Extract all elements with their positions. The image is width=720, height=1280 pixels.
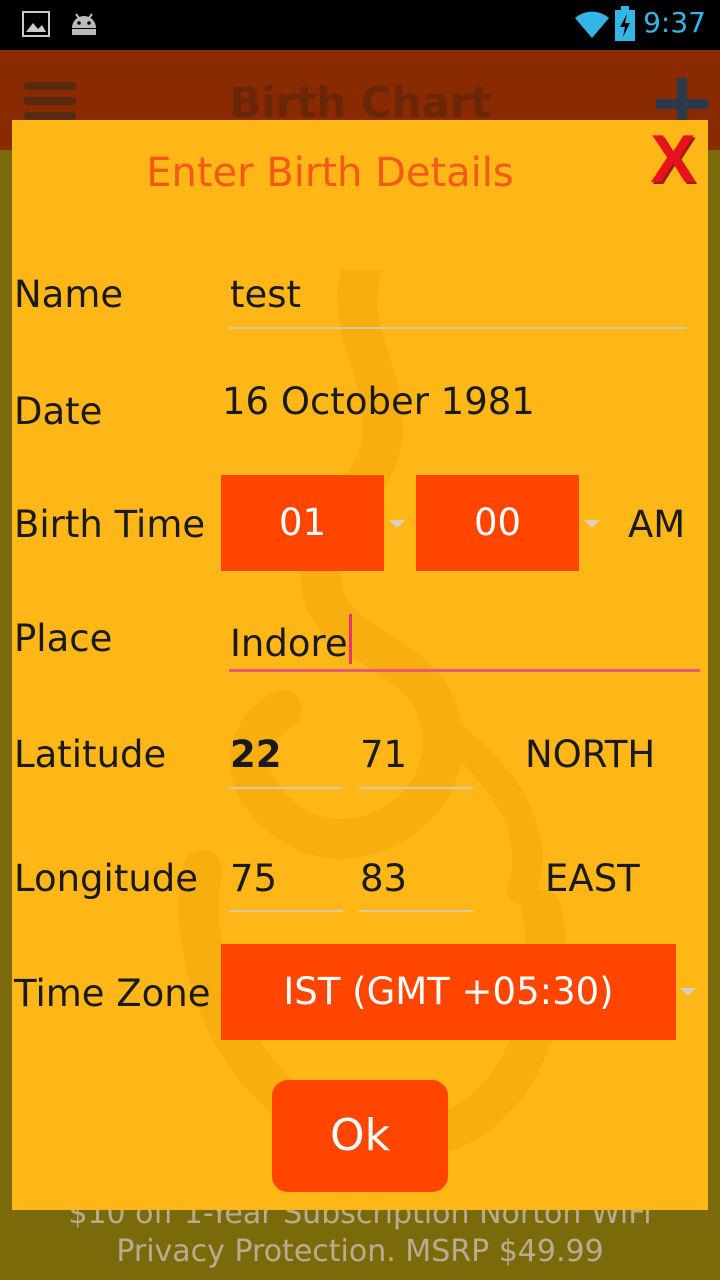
longitude-minutes-underline: [359, 910, 473, 912]
latitude-minutes-input[interactable]: 71: [360, 733, 407, 776]
wifi-icon: [575, 11, 609, 38]
ad-line-2: Privacy Protection. MSRP $49.99: [116, 1234, 604, 1269]
place-input-underline: [229, 669, 700, 672]
longitude-direction[interactable]: EAST: [545, 857, 640, 900]
latitude-minutes-underline: [359, 787, 473, 789]
minute-spinner[interactable]: 00: [416, 475, 579, 571]
longitude-degrees-underline: [229, 910, 343, 912]
place-label: Place: [14, 617, 113, 660]
place-input[interactable]: Indore: [230, 614, 352, 665]
name-label: Name: [14, 273, 124, 316]
time-zone-label: Time Zone: [14, 972, 211, 1015]
birth-time-label: Birth Time: [14, 503, 206, 546]
hour-spinner[interactable]: 01: [221, 475, 384, 571]
time-zone-spinner[interactable]: IST (GMT +05:30): [221, 944, 676, 1040]
latitude-direction[interactable]: NORTH: [525, 733, 655, 776]
status-bar: 9:37: [0, 0, 720, 50]
battery-charging-icon: [615, 6, 635, 41]
gallery-icon: [22, 11, 50, 37]
name-input[interactable]: test: [230, 273, 301, 316]
hour-dropdown-arrow-icon: [389, 520, 405, 528]
place-input-value: Indore: [230, 622, 348, 665]
longitude-minutes-input[interactable]: 83: [360, 857, 407, 900]
minute-dropdown-arrow-icon: [584, 520, 600, 528]
latitude-label: Latitude: [14, 733, 167, 776]
latitude-degrees-underline: [229, 787, 343, 789]
dialog-title: Enter Birth Details: [146, 150, 514, 196]
text-cursor: [348, 614, 352, 664]
android-icon: [72, 13, 96, 35]
ok-button[interactable]: Ok: [272, 1080, 448, 1192]
longitude-degrees-input[interactable]: 75: [230, 857, 277, 900]
name-input-underline: [229, 327, 687, 329]
birth-details-dialog: Enter Birth Details X Name test Date 16 …: [12, 120, 708, 1210]
date-value[interactable]: 16 October 1981: [222, 380, 535, 423]
close-icon[interactable]: X: [640, 125, 706, 193]
date-label: Date: [14, 390, 103, 433]
latitude-degrees-input[interactable]: 22: [230, 733, 282, 776]
time-zone-dropdown-arrow-icon: [680, 988, 696, 996]
ampm-toggle[interactable]: AM: [628, 503, 685, 546]
status-time: 9:37: [643, 6, 706, 39]
longitude-label: Longitude: [14, 857, 199, 900]
